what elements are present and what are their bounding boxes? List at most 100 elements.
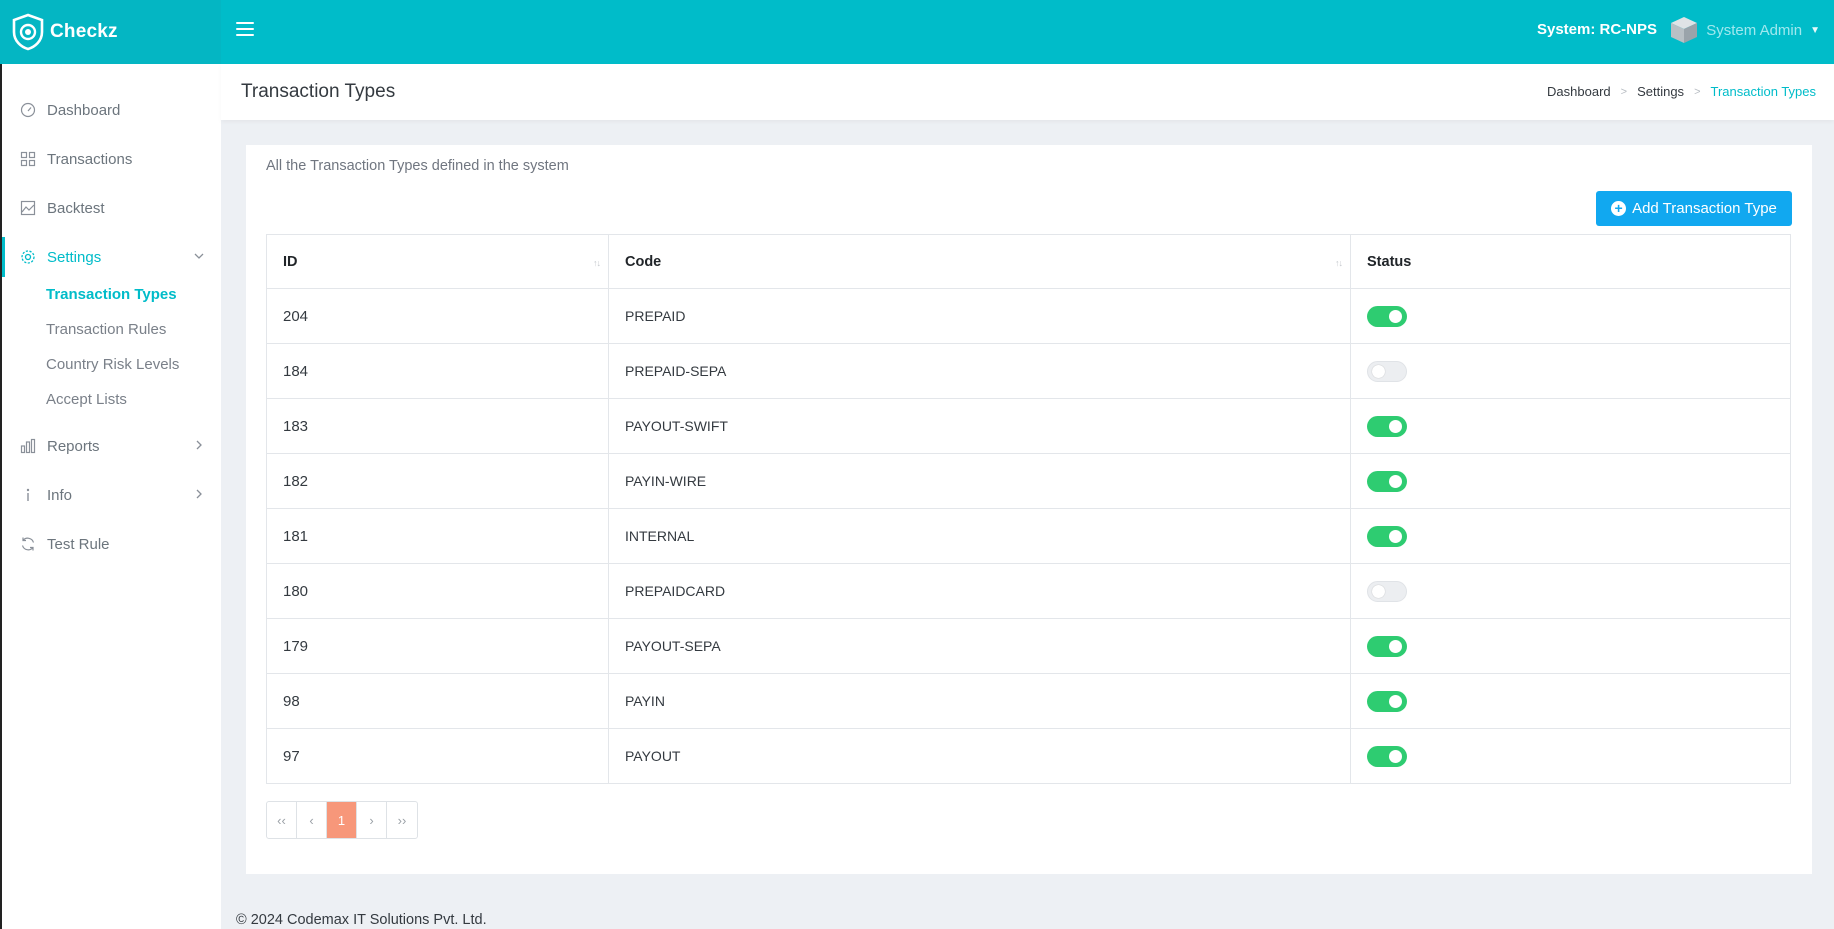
breadcrumb: Dashboard > Settings > Transaction Types xyxy=(1547,84,1816,99)
cell-code: PREPAID xyxy=(608,288,1351,344)
cell-status xyxy=(1350,288,1791,344)
cell-code: PAYIN xyxy=(608,673,1351,729)
chevron-down-icon xyxy=(193,249,205,266)
toggle-knob xyxy=(1389,639,1402,653)
sidebar-item-test-rule[interactable]: Test Rule xyxy=(2,524,221,564)
status-toggle[interactable] xyxy=(1367,415,1407,437)
chevron-right-icon xyxy=(193,487,205,504)
toggle-knob xyxy=(1389,694,1402,708)
breadcrumb-dashboard[interactable]: Dashboard xyxy=(1547,84,1611,99)
sidebar-item-dashboard[interactable]: Dashboard xyxy=(2,90,221,130)
column-header-status: Status xyxy=(1350,234,1791,289)
column-header-code[interactable]: Code ↑↓ xyxy=(608,234,1351,289)
sidebar-item-settings[interactable]: Settings xyxy=(2,237,221,277)
breadcrumb-settings[interactable]: Settings xyxy=(1637,84,1684,99)
cell-status xyxy=(1350,508,1791,564)
brand[interactable]: Checkz xyxy=(0,0,221,64)
cell-id: 182 xyxy=(266,453,609,509)
sidebar-subitem-transaction-types[interactable]: Transaction Types xyxy=(46,286,177,303)
refresh-icon xyxy=(19,535,37,553)
status-toggle[interactable] xyxy=(1367,305,1407,327)
cell-code: PAYOUT-SWIFT xyxy=(608,398,1351,454)
chart-image-icon xyxy=(19,199,37,217)
sidebar-item-label: Test Rule xyxy=(47,535,110,553)
shield-eye-logo-icon xyxy=(12,13,44,51)
sidebar-item-label: Transactions xyxy=(47,150,133,168)
table-row: 179 PAYOUT-SEPA xyxy=(266,618,1791,674)
dashboard-gauge-icon xyxy=(19,101,37,119)
cell-status xyxy=(1350,673,1791,729)
cell-code: PAYOUT xyxy=(608,728,1351,784)
cell-id: 184 xyxy=(266,343,609,399)
brand-name: Checkz xyxy=(50,21,118,42)
cell-code: PAYOUT-SEPA xyxy=(608,618,1351,674)
footer-copyright: © 2024 Codemax IT Solutions Pvt. Ltd. xyxy=(236,912,487,928)
status-toggle[interactable] xyxy=(1367,360,1407,382)
cell-id: 98 xyxy=(266,673,609,729)
table-row: 204 PREPAID xyxy=(266,288,1791,344)
status-toggle[interactable] xyxy=(1367,635,1407,657)
chevron-down-icon: ▼ xyxy=(1810,24,1820,36)
toggle-knob xyxy=(1389,749,1402,763)
sidebar-item-backtest[interactable]: Backtest xyxy=(2,188,221,228)
sidebar-item-label: Settings xyxy=(47,248,102,266)
toggle-knob xyxy=(1389,419,1402,433)
grid-icon xyxy=(19,150,37,168)
sidebar-item-reports[interactable]: Reports xyxy=(2,426,221,466)
toggle-knob xyxy=(1389,309,1402,323)
sidebar-item-label: Info xyxy=(47,486,73,504)
status-toggle[interactable] xyxy=(1367,745,1407,767)
cell-status xyxy=(1350,728,1791,784)
sidebar: Dashboard Transactions Backtest Settings… xyxy=(0,64,221,929)
add-button-label: Add Transaction Type xyxy=(1632,200,1777,217)
pagination-first-button[interactable]: ‹‹ xyxy=(267,802,297,838)
sidebar-item-label: Backtest xyxy=(47,199,105,217)
cell-code: PREPAID-SEPA xyxy=(608,343,1351,399)
cell-id: 183 xyxy=(266,398,609,454)
pagination-next-button[interactable]: › xyxy=(357,802,387,838)
cell-status xyxy=(1350,618,1791,674)
menu-toggle-icon[interactable] xyxy=(236,20,254,38)
sidebar-item-info[interactable]: Info xyxy=(2,475,221,515)
card-description: All the Transaction Types defined in the… xyxy=(266,158,569,174)
cell-id: 179 xyxy=(266,618,609,674)
user-menu[interactable]: System Admin ▼ xyxy=(1668,14,1820,46)
cell-status xyxy=(1350,563,1791,619)
toggle-knob xyxy=(1389,474,1402,488)
pagination-page-current[interactable]: 1 xyxy=(327,802,357,838)
sidebar-subitem-transaction-rules[interactable]: Transaction Rules xyxy=(46,321,166,338)
table-row: 97 PAYOUT xyxy=(266,728,1791,784)
cell-status xyxy=(1350,343,1791,399)
status-toggle[interactable] xyxy=(1367,580,1407,602)
status-toggle[interactable] xyxy=(1367,525,1407,547)
cell-status xyxy=(1350,453,1791,509)
sidebar-item-transactions[interactable]: Transactions xyxy=(2,139,221,179)
add-transaction-type-button[interactable]: + Add Transaction Type xyxy=(1596,191,1792,226)
column-header-id[interactable]: ID ↑↓ xyxy=(266,234,609,289)
chevron-right-icon xyxy=(193,438,205,455)
cell-id: 204 xyxy=(266,288,609,344)
sort-icon: ↑↓ xyxy=(1335,258,1343,268)
table-row: 180 PREPAIDCARD xyxy=(266,563,1791,619)
cell-code: PREPAIDCARD xyxy=(608,563,1351,619)
breadcrumb-current: Transaction Types xyxy=(1710,84,1817,99)
cell-status xyxy=(1350,398,1791,454)
status-toggle[interactable] xyxy=(1367,470,1407,492)
table-row: 183 PAYOUT-SWIFT xyxy=(266,398,1791,454)
header-label: Status xyxy=(1367,253,1412,270)
pagination-last-button[interactable]: ›› xyxy=(387,802,417,838)
cell-id: 181 xyxy=(266,508,609,564)
pagination-prev-button[interactable]: ‹ xyxy=(297,802,327,838)
pagination: ‹‹ ‹ 1 › ›› xyxy=(266,801,418,839)
user-avatar-cube-icon xyxy=(1671,17,1698,43)
toggle-knob xyxy=(1372,584,1385,598)
status-toggle[interactable] xyxy=(1367,690,1407,712)
transaction-types-card: All the Transaction Types defined in the… xyxy=(246,145,1812,874)
page-title: Transaction Types xyxy=(241,81,396,102)
sidebar-subitem-accept-lists[interactable]: Accept Lists xyxy=(46,391,127,408)
chevron-right-icon: > xyxy=(1620,85,1628,98)
toggle-knob xyxy=(1372,364,1385,378)
system-label: System: RC-NPS xyxy=(1536,21,1657,38)
sidebar-subitem-country-risk-levels[interactable]: Country Risk Levels xyxy=(46,356,179,373)
top-bar: Checkz System: RC-NPS System Admin ▼ xyxy=(0,0,1834,64)
